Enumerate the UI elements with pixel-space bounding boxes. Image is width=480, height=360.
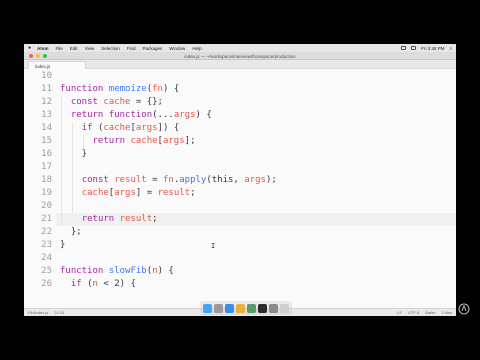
- status-encoding[interactable]: UTF-8: [408, 310, 419, 315]
- window-titlebar: index.js — ~/workspace/interview/fromspa…: [24, 52, 456, 60]
- code-line: cache[args] = result;: [81, 188, 196, 198]
- menu-selection[interactable]: Selection: [101, 46, 120, 51]
- tab-bar: index.js: [24, 60, 456, 69]
- code-editor[interactable]: 10 11 12 13 14 15 16 17 18 19 20 21 22 2…: [24, 70, 456, 308]
- atom-screen: ● Atom File Edit View Selection Find Pac…: [24, 44, 456, 316]
- status-grammar[interactable]: Babel: [425, 310, 435, 315]
- line-number: 23: [41, 240, 52, 250]
- line-number-active: 21: [41, 214, 52, 224]
- battery-icon[interactable]: [411, 46, 417, 50]
- code-line: }: [60, 240, 66, 250]
- line-number: 20: [41, 201, 52, 211]
- text-cursor-icon: I: [211, 242, 216, 250]
- code-line: return cache[args];: [92, 136, 196, 146]
- code-line: function memoize(fn) {: [60, 84, 180, 94]
- menu-find[interactable]: Find: [127, 46, 136, 51]
- line-number: 13: [41, 110, 52, 120]
- code-line: };: [60, 227, 82, 237]
- window-title: index.js — ~/workspace/interview/fromspa…: [184, 53, 296, 59]
- code-line: return function(...args) {: [70, 110, 212, 120]
- launchpad-icon[interactable]: [214, 303, 223, 313]
- code-line: const result = fn.apply(this, args);: [81, 175, 277, 185]
- code-line: if (n < 2) {: [70, 279, 136, 289]
- status-cursor-position[interactable]: 21:20: [54, 310, 64, 315]
- atom-icon[interactable]: [247, 303, 256, 313]
- settings-icon[interactable]: [269, 303, 278, 313]
- code-line: function slowFib(n) {: [60, 266, 174, 276]
- code-line: const cache = {};: [70, 97, 163, 107]
- menu-file[interactable]: File: [56, 46, 63, 51]
- macos-dock: [200, 301, 292, 315]
- line-number-gutter: 10 11 12 13 14 15 16 17 18 19 20 21 22 2…: [24, 70, 56, 308]
- code-line: if (cache[args]) {: [81, 123, 180, 133]
- menu-window[interactable]: Window: [169, 46, 185, 51]
- code-line: return result;: [81, 214, 158, 224]
- line-number: 11: [41, 84, 52, 94]
- chrome-icon[interactable]: [236, 303, 245, 313]
- terminal-icon[interactable]: [258, 303, 267, 313]
- status-line-ending[interactable]: LF: [397, 310, 402, 315]
- line-number: 24: [41, 253, 52, 263]
- line-number: 22: [41, 227, 52, 237]
- spotlight-icon[interactable]: ⌕: [449, 46, 452, 51]
- line-number: 25: [41, 266, 52, 276]
- macos-menubar: ● Atom File Edit View Selection Find Pac…: [24, 44, 456, 52]
- menu-atom[interactable]: Atom: [37, 46, 49, 51]
- status-right: LF UTF-8 Babel 3 files: [397, 310, 452, 315]
- apple-icon[interactable]: ●: [28, 45, 31, 51]
- line-number: 12: [41, 97, 52, 107]
- safari-icon[interactable]: [225, 303, 234, 313]
- menubar-status-area: Fri 2:48 PM ⌕: [401, 46, 456, 51]
- line-number: 18: [41, 175, 52, 185]
- finder-icon[interactable]: [203, 303, 212, 313]
- tab-index-js[interactable]: index.js: [28, 61, 86, 69]
- menu-packages[interactable]: Packages: [143, 46, 163, 51]
- line-number: 19: [41, 188, 52, 198]
- line-number: 26: [41, 279, 52, 289]
- status-file-path[interactable]: Fib/index.js: [28, 310, 48, 315]
- line-number: 16: [41, 149, 52, 159]
- menu-help[interactable]: Help: [192, 46, 201, 51]
- menubar-clock[interactable]: Fri 2:48 PM: [421, 46, 444, 51]
- status-file-count[interactable]: 3 files: [442, 310, 452, 315]
- line-number: 15: [41, 136, 52, 146]
- line-number: 17: [41, 162, 52, 172]
- line-number: 10: [41, 71, 52, 81]
- menu-view[interactable]: View: [85, 46, 95, 51]
- wifi-icon[interactable]: [401, 46, 407, 50]
- line-number: 14: [41, 123, 52, 133]
- trash-icon[interactable]: [280, 303, 289, 313]
- menu-edit[interactable]: Edit: [70, 46, 78, 51]
- watermark-logo-icon: [458, 303, 472, 315]
- code-line: }: [60, 149, 88, 159]
